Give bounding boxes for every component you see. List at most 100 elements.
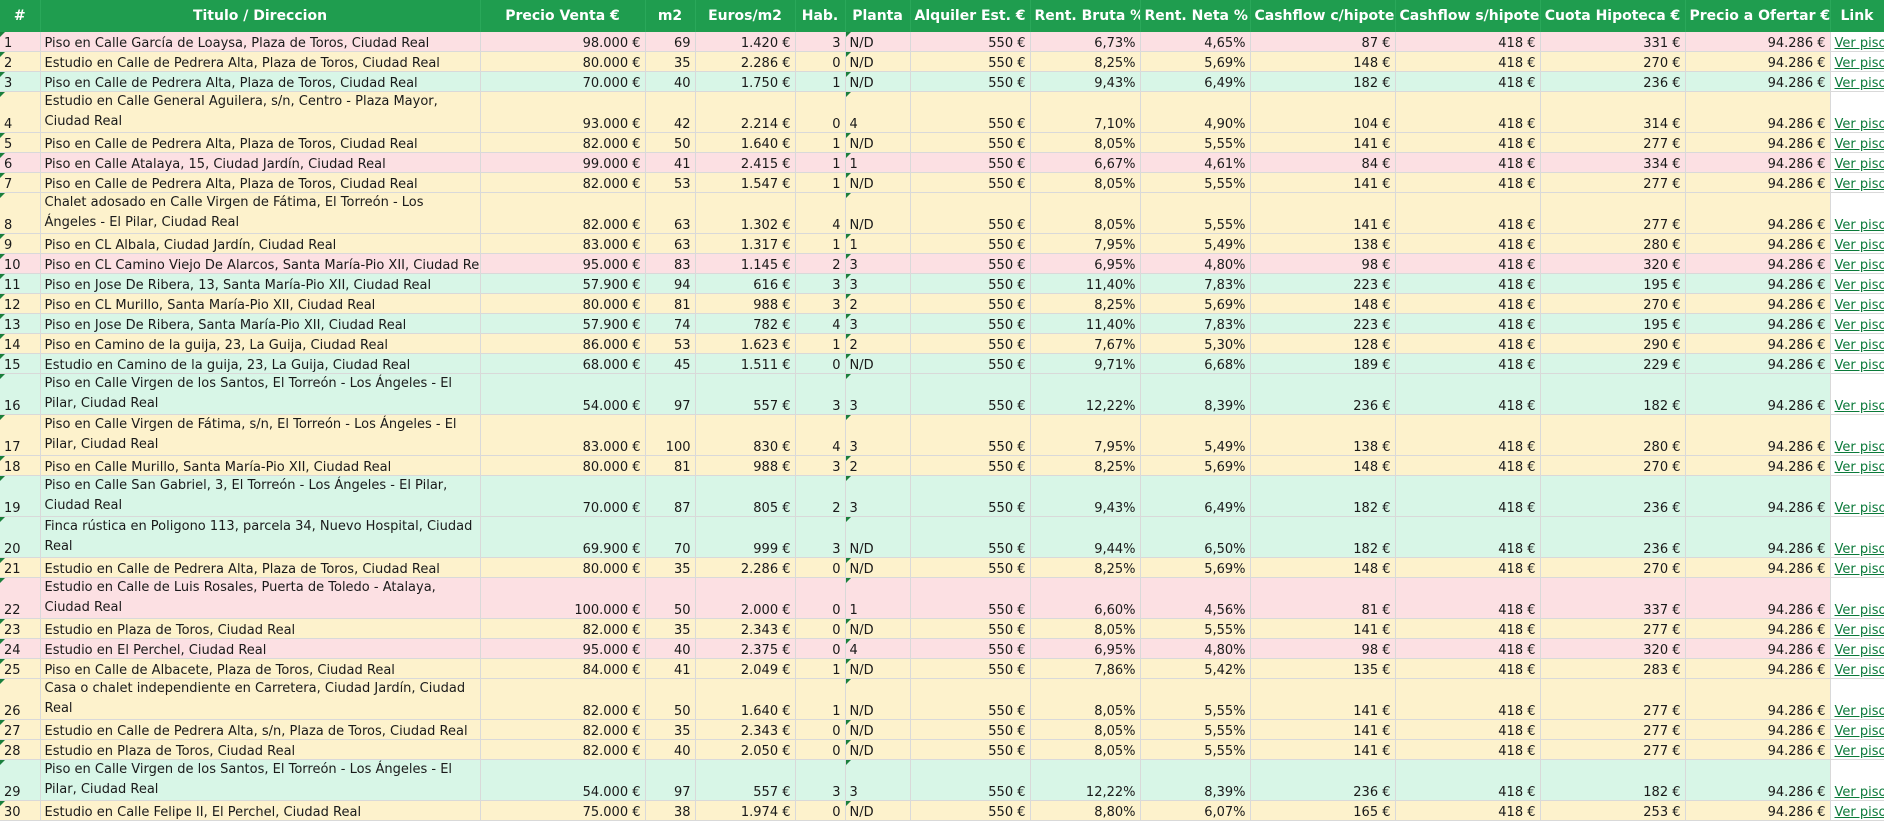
cashflow-mortgage-cell[interactable]: 236 €: [1250, 760, 1395, 801]
gross-yield-cell[interactable]: 9,43%: [1030, 476, 1140, 517]
rent-cell[interactable]: 550 €: [910, 801, 1030, 821]
row-number-cell[interactable]: 15: [0, 354, 40, 374]
row-number-cell[interactable]: 26: [0, 679, 40, 720]
m2-cell[interactable]: 74: [645, 314, 695, 334]
link-cell[interactable]: Ver piso: [1830, 193, 1884, 234]
offer-price-cell[interactable]: 94.286 €: [1685, 274, 1830, 294]
net-yield-cell[interactable]: 4,61%: [1140, 153, 1250, 173]
row-number-cell[interactable]: 17: [0, 415, 40, 456]
cashflow-mortgage-cell[interactable]: 141 €: [1250, 679, 1395, 720]
m2-cell[interactable]: 41: [645, 659, 695, 679]
rent-cell[interactable]: 550 €: [910, 476, 1030, 517]
cashflow-no-mortgage-cell[interactable]: 418 €: [1395, 274, 1540, 294]
rooms-cell[interactable]: 3: [795, 760, 845, 801]
ver-piso-link[interactable]: Ver piso: [1835, 56, 1884, 71]
rooms-cell[interactable]: 1: [795, 72, 845, 92]
cashflow-no-mortgage-cell[interactable]: 418 €: [1395, 801, 1540, 821]
ver-piso-link[interactable]: Ver piso: [1835, 724, 1884, 739]
ver-piso-link[interactable]: Ver piso: [1835, 562, 1884, 577]
title-cell[interactable]: Casa o chalet independiente en Carretera…: [40, 679, 480, 720]
link-cell[interactable]: Ver piso: [1830, 314, 1884, 334]
euros-m2-cell[interactable]: 2.050 €: [695, 740, 795, 760]
gross-yield-cell[interactable]: 8,80%: [1030, 801, 1140, 821]
offer-price-cell[interactable]: 94.286 €: [1685, 72, 1830, 92]
ver-piso-link[interactable]: Ver piso: [1835, 744, 1884, 759]
link-cell[interactable]: Ver piso: [1830, 72, 1884, 92]
net-yield-cell[interactable]: 5,30%: [1140, 334, 1250, 354]
net-yield-cell[interactable]: 5,55%: [1140, 133, 1250, 153]
row-number-cell[interactable]: 23: [0, 619, 40, 639]
rooms-cell[interactable]: 3: [795, 294, 845, 314]
floor-cell[interactable]: N/D: [845, 52, 910, 72]
row-number-cell[interactable]: 16: [0, 374, 40, 415]
title-cell[interactable]: Estudio en Calle General Aguilera, s/n, …: [40, 92, 480, 133]
rent-cell[interactable]: 550 €: [910, 578, 1030, 619]
row-number-cell[interactable]: 2: [0, 52, 40, 72]
rooms-cell[interactable]: 4: [795, 193, 845, 234]
m2-cell[interactable]: 50: [645, 679, 695, 720]
net-yield-cell[interactable]: 6,50%: [1140, 517, 1250, 558]
cashflow-mortgage-cell[interactable]: 148 €: [1250, 558, 1395, 578]
floor-cell[interactable]: 3: [845, 476, 910, 517]
gross-yield-cell[interactable]: 7,95%: [1030, 415, 1140, 456]
price-cell[interactable]: 98.000 €: [480, 32, 645, 52]
price-cell[interactable]: 82.000 €: [480, 720, 645, 740]
offer-price-cell[interactable]: 94.286 €: [1685, 740, 1830, 760]
row-number-cell[interactable]: 10: [0, 254, 40, 274]
price-cell[interactable]: 82.000 €: [480, 193, 645, 234]
cashflow-mortgage-cell[interactable]: 128 €: [1250, 334, 1395, 354]
price-cell[interactable]: 99.000 €: [480, 153, 645, 173]
price-cell[interactable]: 82.000 €: [480, 619, 645, 639]
m2-cell[interactable]: 53: [645, 334, 695, 354]
net-yield-cell[interactable]: 6,07%: [1140, 801, 1250, 821]
title-cell[interactable]: Piso en Calle de Albacete, Plaza de Toro…: [40, 659, 480, 679]
header-cell[interactable]: Rent. Neta %: [1140, 0, 1250, 32]
ver-piso-link[interactable]: Ver piso: [1835, 501, 1884, 516]
gross-yield-cell[interactable]: 8,05%: [1030, 720, 1140, 740]
cashflow-mortgage-cell[interactable]: 141 €: [1250, 619, 1395, 639]
floor-cell[interactable]: N/D: [845, 72, 910, 92]
header-cell[interactable]: #: [0, 0, 40, 32]
cashflow-mortgage-cell[interactable]: 138 €: [1250, 234, 1395, 254]
rooms-cell[interactable]: 1: [795, 173, 845, 193]
row-number-cell[interactable]: 5: [0, 133, 40, 153]
gross-yield-cell[interactable]: 11,40%: [1030, 314, 1140, 334]
gross-yield-cell[interactable]: 11,40%: [1030, 274, 1140, 294]
row-number-cell[interactable]: 30: [0, 801, 40, 821]
row-number-cell[interactable]: 28: [0, 740, 40, 760]
cashflow-no-mortgage-cell[interactable]: 418 €: [1395, 578, 1540, 619]
offer-price-cell[interactable]: 94.286 €: [1685, 92, 1830, 133]
rooms-cell[interactable]: 1: [795, 659, 845, 679]
gross-yield-cell[interactable]: 12,22%: [1030, 760, 1140, 801]
header-cell[interactable]: Titulo / Direccion: [40, 0, 480, 32]
floor-cell[interactable]: N/D: [845, 679, 910, 720]
floor-cell[interactable]: N/D: [845, 740, 910, 760]
mortgage-payment-cell[interactable]: 283 €: [1540, 659, 1685, 679]
rooms-cell[interactable]: 2: [795, 254, 845, 274]
floor-cell[interactable]: N/D: [845, 32, 910, 52]
m2-cell[interactable]: 38: [645, 801, 695, 821]
net-yield-cell[interactable]: 5,49%: [1140, 234, 1250, 254]
price-cell[interactable]: 95.000 €: [480, 254, 645, 274]
euros-m2-cell[interactable]: 1.640 €: [695, 133, 795, 153]
rent-cell[interactable]: 550 €: [910, 72, 1030, 92]
title-cell[interactable]: Piso en CL Camino Viejo De Alarcos, Sant…: [40, 254, 480, 274]
floor-cell[interactable]: N/D: [845, 517, 910, 558]
rooms-cell[interactable]: 0: [795, 619, 845, 639]
mortgage-payment-cell[interactable]: 277 €: [1540, 193, 1685, 234]
link-cell[interactable]: Ver piso: [1830, 578, 1884, 619]
gross-yield-cell[interactable]: 12,22%: [1030, 374, 1140, 415]
floor-cell[interactable]: N/D: [845, 354, 910, 374]
m2-cell[interactable]: 81: [645, 456, 695, 476]
title-cell[interactable]: Chalet adosado en Calle Virgen de Fátima…: [40, 193, 480, 234]
offer-price-cell[interactable]: 94.286 €: [1685, 32, 1830, 52]
cashflow-mortgage-cell[interactable]: 223 €: [1250, 274, 1395, 294]
mortgage-payment-cell[interactable]: 236 €: [1540, 72, 1685, 92]
net-yield-cell[interactable]: 6,49%: [1140, 72, 1250, 92]
offer-price-cell[interactable]: 94.286 €: [1685, 619, 1830, 639]
rooms-cell[interactable]: 1: [795, 234, 845, 254]
euros-m2-cell[interactable]: 2.000 €: [695, 578, 795, 619]
rent-cell[interactable]: 550 €: [910, 619, 1030, 639]
header-cell[interactable]: Alquiler Est. €: [910, 0, 1030, 32]
title-cell[interactable]: Piso en Camino de la guija, 23, La Guija…: [40, 334, 480, 354]
